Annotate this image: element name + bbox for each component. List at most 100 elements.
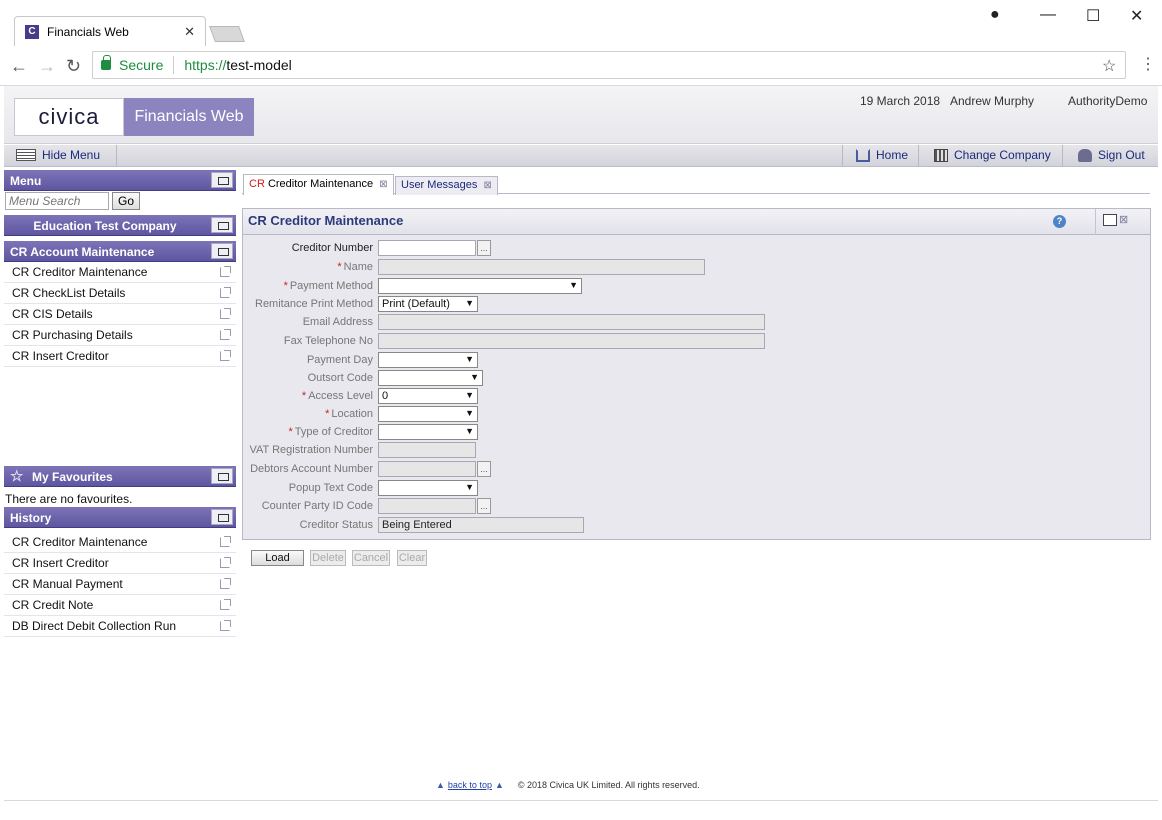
row-creditor-number: Creditor Number ... (243, 240, 1152, 258)
header-user: Andrew Murphy (950, 94, 1035, 108)
top-menu-bar: Hide Menu Home Change Company Sign Out (4, 145, 1158, 167)
menu-divider (842, 145, 843, 167)
bookmark-star-icon[interactable]: ☆ (1102, 56, 1116, 76)
tab-creditor-maintenance[interactable]: CR Creditor Maintenance ⊠ (243, 174, 394, 195)
reload-icon[interactable]: ↻ (66, 56, 81, 77)
history-item[interactable]: CR Manual Payment (4, 574, 236, 595)
debtors-account-input[interactable] (378, 461, 476, 477)
history-item[interactable]: CR Creditor Maintenance (4, 532, 236, 553)
home-link[interactable]: Home (856, 148, 908, 162)
access-level-label-text: Access Level (308, 390, 373, 402)
header-authority: AuthorityDemo (1068, 94, 1148, 108)
history-item[interactable]: CR Credit Note (4, 595, 236, 616)
location-label: * Location (243, 408, 373, 420)
tab-user-messages[interactable]: User Messages ⊠ (395, 176, 498, 195)
clear-button[interactable]: Clear (397, 550, 427, 566)
close-tab-icon[interactable]: ⊠ (483, 180, 491, 191)
window-toggle-icon[interactable] (211, 468, 233, 484)
creditor-number-input[interactable] (378, 240, 476, 256)
close-window-icon[interactable]: ✕ (1130, 6, 1143, 26)
form-header: CR Creditor Maintenance ? ⊠ (243, 209, 1150, 235)
email-address-input[interactable] (378, 314, 765, 330)
building-icon (934, 148, 948, 162)
open-window-icon[interactable] (220, 536, 231, 547)
url-protocol: https:// (184, 57, 227, 73)
counter-party-input[interactable] (378, 498, 476, 514)
type-of-creditor-select[interactable] (378, 424, 478, 440)
delete-button[interactable]: Delete (310, 550, 346, 566)
location-select[interactable] (378, 406, 478, 422)
address-bar[interactable]: Secure https:// test-model (92, 51, 1126, 79)
window-icon[interactable] (1103, 214, 1117, 226)
section-panel-header[interactable]: CR Account Maintenance (4, 241, 236, 262)
open-window-icon[interactable] (220, 350, 231, 361)
open-window-icon[interactable] (220, 620, 231, 631)
payment-day-select[interactable] (378, 352, 478, 368)
type-of-creditor-label-text: Type of Creditor (294, 426, 373, 438)
counter-party-lookup-button[interactable]: ... (477, 498, 491, 514)
minimize-icon[interactable]: — (1040, 6, 1056, 24)
menu-divider (1062, 145, 1063, 167)
menu-item[interactable]: CR CheckList Details (4, 283, 236, 304)
menu-item-label: CR Creditor Maintenance (12, 265, 148, 279)
menu-item-list: CR Creditor Maintenance CR CheckList Det… (4, 262, 236, 367)
history-panel-header: History (4, 507, 236, 528)
menu-item[interactable]: CR CIS Details (4, 304, 236, 325)
fax-telephone-input[interactable] (378, 333, 765, 349)
creditor-lookup-button[interactable]: ... (477, 240, 491, 256)
sign-out-label: Sign Out (1098, 148, 1145, 162)
close-panel-icon[interactable]: ⊠ (1119, 213, 1128, 226)
back-arrow-icon[interactable]: ← (10, 56, 28, 77)
vat-registration-input[interactable] (378, 442, 476, 458)
open-window-icon[interactable] (220, 287, 231, 298)
help-icon[interactable]: ? (1053, 215, 1066, 228)
window-toggle-icon[interactable] (211, 509, 233, 525)
product-name: Financials Web (124, 98, 254, 136)
history-item[interactable]: CR Insert Creditor (4, 553, 236, 574)
row-email-address: Email Address (243, 314, 1152, 332)
remittance-print-method-select[interactable]: Print (Default) (378, 296, 478, 312)
menu-item-label: CR Purchasing Details (12, 328, 133, 342)
menu-item[interactable]: CR Purchasing Details (4, 325, 236, 346)
window-toggle-icon[interactable] (211, 217, 233, 233)
open-window-icon[interactable] (220, 329, 231, 340)
no-favourites-text: There are no favourites. (5, 492, 133, 506)
history-item-label: CR Creditor Maintenance (12, 535, 148, 549)
menu-search-input[interactable] (5, 192, 109, 210)
hide-menu-button[interactable]: Hide Menu (16, 148, 100, 162)
popup-text-code-select[interactable] (378, 480, 478, 496)
payment-method-select[interactable] (378, 278, 582, 294)
outsort-code-select[interactable] (378, 370, 483, 386)
open-window-icon[interactable] (220, 557, 231, 568)
history-item[interactable]: DB Direct Debit Collection Run (4, 616, 236, 637)
browser-menu-icon[interactable]: ⋮ (1140, 54, 1156, 74)
change-company-link[interactable]: Change Company (934, 148, 1051, 162)
cancel-button[interactable]: Cancel (352, 550, 390, 566)
debtors-lookup-button[interactable]: ... (477, 461, 491, 477)
close-tab-icon[interactable]: ⊠ (379, 179, 387, 190)
name-input[interactable] (378, 259, 705, 275)
sign-out-link[interactable]: Sign Out (1078, 148, 1145, 162)
collapse-section-icon[interactable] (211, 243, 233, 259)
lock-icon (101, 55, 111, 70)
new-tab-button[interactable] (209, 26, 245, 42)
row-remittance-print-method: Remitance Print Method Print (Default) (243, 296, 1152, 314)
load-button[interactable]: Load (251, 550, 304, 566)
forward-arrow-icon[interactable]: → (38, 56, 56, 77)
menu-item[interactable]: CR Insert Creditor (4, 346, 236, 367)
browser-tab[interactable]: C Financials Web ✕ (14, 16, 206, 46)
back-to-top-link[interactable]: back to top (448, 780, 492, 790)
open-window-icon[interactable] (220, 308, 231, 319)
profile-icon[interactable]: ● (990, 6, 1000, 24)
copyright-text: © 2018 Civica UK Limited. All rights res… (517, 780, 700, 790)
open-window-icon[interactable] (220, 266, 231, 277)
maximize-icon[interactable]: ☐ (1086, 6, 1100, 26)
go-button[interactable]: Go (112, 192, 140, 210)
open-window-icon[interactable] (220, 578, 231, 589)
menu-item[interactable]: CR Creditor Maintenance (4, 262, 236, 283)
user-sign-out-icon (1078, 148, 1092, 162)
window-toggle-icon[interactable] (211, 172, 233, 188)
open-window-icon[interactable] (220, 599, 231, 610)
close-tab-icon[interactable]: ✕ (184, 24, 195, 40)
access-level-select[interactable]: 0 (378, 388, 478, 404)
